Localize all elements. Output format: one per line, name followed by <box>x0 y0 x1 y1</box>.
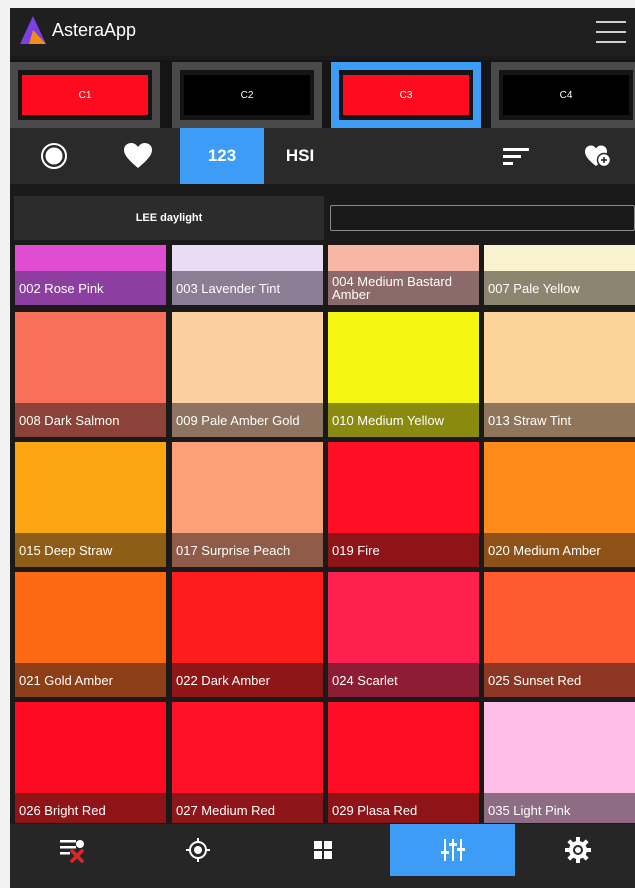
color-swatch[interactable]: 026 Bright Red <box>15 702 166 823</box>
swatch-label: 029 Plasa Red <box>328 793 479 823</box>
color-swatch[interactable]: 010 Medium Yellow <box>328 312 479 437</box>
color-wheel-button[interactable] <box>30 128 78 184</box>
cue-color: C2 <box>184 75 310 115</box>
favorites-button[interactable] <box>114 128 162 184</box>
tab-hsi[interactable]: HSI <box>280 128 320 184</box>
swatch-label: 024 Scarlet <box>328 663 479 697</box>
cue-color: C3 <box>343 75 469 115</box>
menu-bar <box>596 31 626 33</box>
add-favorite-icon <box>585 145 612 168</box>
heart-icon <box>124 143 152 168</box>
hamburger-menu-button[interactable] <box>596 18 626 46</box>
cue-slot-c3[interactable]: C3 <box>331 62 481 128</box>
color-swatch[interactable]: 027 Medium Red <box>172 702 323 823</box>
color-swatch[interactable]: 009 Pale Amber Gold <box>172 312 323 437</box>
swatch-label: 013 Straw Tint <box>484 403 635 437</box>
color-swatch[interactable]: 004 Medium Bastard Amber <box>328 245 479 305</box>
swatch-label: 026 Bright Red <box>15 793 166 823</box>
mode-toolbar: 123 HSI <box>10 128 635 184</box>
color-swatch[interactable]: 013 Straw Tint <box>484 312 635 437</box>
swatch-label: 035 Light Pink <box>484 793 635 823</box>
nav-target[interactable] <box>135 824 260 876</box>
app-title: AsteraApp <box>52 20 137 40</box>
color-swatch[interactable]: 022 Dark Amber <box>172 572 323 697</box>
color-swatch[interactable]: 002 Rose Pink <box>15 245 166 305</box>
search-input[interactable] <box>330 205 635 231</box>
swatch-label: 017 Surprise Peach <box>172 533 323 567</box>
swatch-label: 007 Pale Yellow <box>484 271 635 305</box>
clear-list-icon <box>59 840 84 863</box>
menu-bar <box>596 41 626 43</box>
swatch-label: 015 Deep Straw <box>15 533 166 567</box>
swatch-label: 021 Gold Amber <box>15 663 166 697</box>
bottom-navigation <box>10 824 635 888</box>
sort-icon <box>503 148 529 165</box>
app-window: AsteraApp C1 C2 C3 C4 123 HSI LEE daylig… <box>10 8 635 888</box>
color-swatch[interactable]: 019 Fire <box>328 442 479 567</box>
grid-icon <box>313 841 332 859</box>
color-swatch[interactable]: 035 Light Pink <box>484 702 635 823</box>
swatch-grid: 002 Rose Pink 003 Lavender Tint 004 Medium… <box>10 245 635 823</box>
sort-button[interactable] <box>496 128 536 184</box>
add-favorite-button[interactable] <box>578 128 618 184</box>
cue-color: C1 <box>22 75 148 115</box>
color-swatch[interactable]: 015 Deep Straw <box>15 442 166 567</box>
settings-icon <box>564 837 591 863</box>
color-wheel-icon <box>41 143 67 169</box>
cue-slot-c1[interactable]: C1 <box>10 62 160 128</box>
nav-settings[interactable] <box>515 824 635 876</box>
swatch-label: 002 Rose Pink <box>15 271 166 305</box>
color-swatch[interactable]: 025 Sunset Red <box>484 572 635 697</box>
swatch-label: 027 Medium Red <box>172 793 323 823</box>
sliders-icon <box>440 839 465 861</box>
app-header: AsteraApp <box>10 8 635 56</box>
cue-color: C4 <box>503 75 629 115</box>
color-swatch[interactable]: 003 Lavender Tint <box>172 245 323 305</box>
color-swatch[interactable]: 021 Gold Amber <box>15 572 166 697</box>
swatch-label: 009 Pale Amber Gold <box>172 403 323 437</box>
swatch-label: 019 Fire <box>328 533 479 567</box>
color-swatch[interactable]: 007 Pale Yellow <box>484 245 635 305</box>
menu-bar <box>596 21 626 23</box>
color-swatch[interactable]: 029 Plasa Red <box>328 702 479 823</box>
color-swatch[interactable]: 024 Scarlet <box>328 572 479 697</box>
target-icon <box>185 838 210 862</box>
swatch-label: 003 Lavender Tint <box>172 271 323 305</box>
nav-grid[interactable] <box>260 824 385 876</box>
swatch-label: 004 Medium Bastard Amber <box>328 271 479 305</box>
astera-logo <box>20 16 46 44</box>
cue-slot-c4[interactable]: C4 <box>491 62 635 128</box>
swatch-label: 010 Medium Yellow <box>328 403 479 437</box>
swatch-label: 022 Dark Amber <box>172 663 323 697</box>
color-swatch[interactable]: 017 Surprise Peach <box>172 442 323 567</box>
gel-library-selector[interactable]: LEE daylight <box>14 196 324 240</box>
filter-row: LEE daylight <box>10 192 635 244</box>
cue-row: C1 C2 C3 C4 <box>10 60 635 132</box>
cue-slot-c2[interactable]: C2 <box>172 62 322 128</box>
swatch-label: 025 Sunset Red <box>484 663 635 697</box>
tab-123[interactable]: 123 <box>180 128 264 184</box>
color-swatch[interactable]: 008 Dark Salmon <box>15 312 166 437</box>
swatch-label: 020 Medium Amber <box>484 533 635 567</box>
swatch-label: 008 Dark Salmon <box>15 403 166 437</box>
color-swatch[interactable]: 020 Medium Amber <box>484 442 635 567</box>
nav-sliders[interactable] <box>390 824 515 876</box>
nav-clear-list[interactable] <box>10 824 135 876</box>
